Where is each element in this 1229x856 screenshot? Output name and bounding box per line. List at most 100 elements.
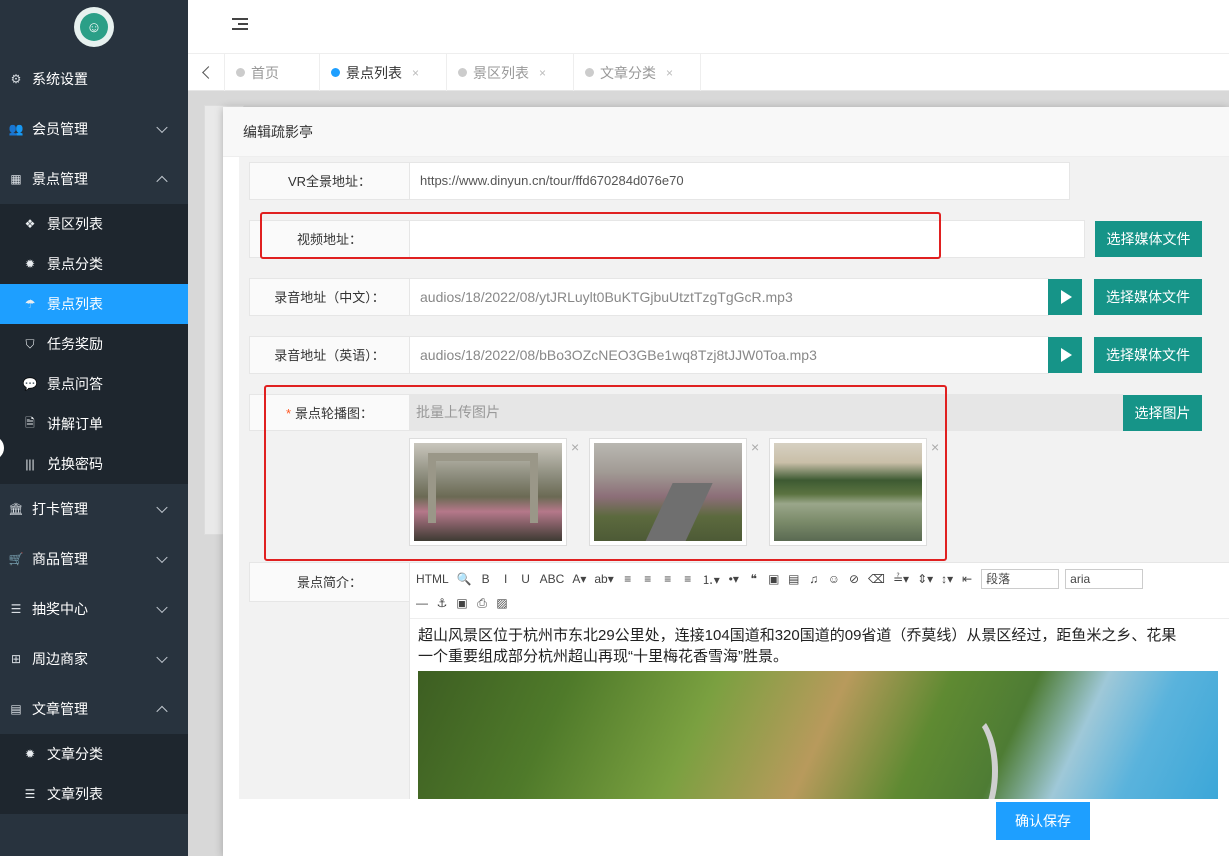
intro-label: 景点简介：: [249, 562, 409, 602]
play-audio-cn-button[interactable]: [1048, 279, 1082, 315]
menu-lottery-center[interactable]: ☰ 抽奖中心: [0, 584, 188, 634]
submenu-label: 景区列表: [47, 216, 103, 232]
toolbar-button[interactable]: ≡: [642, 572, 654, 586]
sub-attraction-list[interactable]: ☂ 景点列表: [0, 284, 188, 324]
confirm-save-button[interactable]: 确认保存: [996, 802, 1090, 840]
close-icon[interactable]: ×: [412, 66, 419, 80]
submenu-label: 景点分类: [47, 256, 103, 272]
toolbar-button[interactable]: ♫: [808, 572, 820, 586]
toolbar-button[interactable]: HTML: [416, 572, 449, 586]
newspaper-icon: ▤: [10, 702, 22, 716]
select-audio-cn-media-button[interactable]: 选择媒体文件: [1094, 279, 1202, 315]
toolbar-button[interactable]: ≡: [622, 572, 634, 586]
toolbar-button[interactable]: 🔍: [457, 572, 472, 586]
toolbar-button[interactable]: B: [480, 572, 492, 586]
menu-attraction-management[interactable]: ▦ 景点管理: [0, 154, 188, 204]
users-icon: 👥: [8, 122, 24, 136]
tab-scroll-left-button[interactable]: [188, 54, 225, 91]
menu-label: 会员管理: [32, 121, 88, 137]
gear-icon: ✹: [24, 257, 36, 271]
tab-1[interactable]: 首页: [225, 54, 320, 91]
toolbar-button[interactable]: ▨: [496, 596, 508, 610]
toolbar-button[interactable]: ▤: [788, 572, 800, 586]
sidebar: ☺ ⚙ 系统设置 👥 会员管理 ▦ 景点管理 ❖ 景区列表 ✹ 景点分类 ☂ 景点列表 ⛉ 任务奖励 💬 景…: [0, 0, 188, 856]
audio-cn-row: 录音地址（中文）： audios/18/2022/08/ytJRLuylt0Bu…: [249, 278, 1049, 316]
play-audio-en-button[interactable]: [1048, 337, 1082, 373]
menu-member-management[interactable]: 👥 会员管理: [0, 104, 188, 154]
toolbar-button[interactable]: ▣: [456, 596, 468, 610]
sub-attraction-category[interactable]: ✹ 景点分类: [0, 244, 188, 284]
chevron-down-icon: [156, 651, 168, 664]
editor-toolbar: HTML 🔍 B I U ABC A▾ ab▾ ≡ ≡ ≡ ≡ ⒈▾ •▾ ❝ ▣ ▤ ♫ ☺ ⊘ ⌫ ≟▾ ⇕▾ ↕▾ ⇤ 段落…: [410, 563, 1229, 619]
toolbar-button[interactable]: ≡: [662, 572, 674, 586]
tab-2[interactable]: 景点列表 ×: [320, 54, 447, 91]
sub-guide-orders[interactable]: 🗎 讲解订单: [0, 404, 188, 444]
modal-body[interactable]: VR全景地址： https://www.dinyun.cn/tour/ffd67…: [239, 157, 1229, 799]
editor-content[interactable]: 超山风景区位于杭州市东北29公里处，连接104国道和320国道的09省道（乔莫线…: [410, 619, 1229, 667]
toolbar-button[interactable]: ≡: [682, 572, 694, 586]
sub-attraction-qa[interactable]: 💬 景点问答: [0, 364, 188, 404]
sub-article-category[interactable]: ✹ 文章分类: [0, 734, 188, 774]
modal-title: 编辑疏影亭: [223, 107, 1229, 157]
toolbar-button[interactable]: ⒈▾: [702, 571, 720, 588]
toolbar-button[interactable]: ⌫: [868, 572, 885, 586]
toolbar-button[interactable]: ↕▾: [941, 572, 953, 586]
toolbar-button[interactable]: —: [416, 596, 428, 610]
sub-task-rewards[interactable]: ⛉ 任务奖励: [0, 324, 188, 364]
toolbar-button[interactable]: ☺: [828, 572, 840, 586]
select-image-button[interactable]: 选择图片: [1123, 395, 1202, 431]
toolbar-button[interactable]: ▣: [768, 572, 780, 586]
tab-3[interactable]: 景区列表 ×: [447, 54, 574, 91]
sub-article-list[interactable]: ☰ 文章列表: [0, 774, 188, 814]
toolbar-button[interactable]: U: [520, 572, 532, 586]
tab-4[interactable]: 文章分类 ×: [574, 54, 701, 91]
toolbar-button[interactable]: ⇤: [961, 572, 973, 586]
chevron-down-icon: [156, 501, 168, 514]
toolbar-button[interactable]: ab▾: [594, 572, 613, 586]
tab-bar: 首页 景点列表 × 景区列表 × 文章分类 ×: [188, 54, 1229, 91]
toolbar-button[interactable]: ⇕▾: [917, 572, 933, 586]
toolbar-button[interactable]: I: [500, 572, 512, 586]
menu-checkin-management[interactable]: 🏛 打卡管理: [0, 484, 188, 534]
menu-label: 系统设置: [32, 71, 88, 87]
edit-modal: 编辑疏影亭 VR全景地址： https://www.dinyun.cn/tour…: [223, 107, 1229, 856]
vr-url-input[interactable]: https://www.dinyun.cn/tour/ffd670284d076…: [409, 162, 1070, 200]
menu-nearby-merchants[interactable]: ⊞ 周边商家: [0, 634, 188, 684]
app-logo[interactable]: ☺: [74, 7, 114, 47]
sub-redeem-codes[interactable]: ||| 兑换密码: [0, 444, 188, 484]
toolbar-button[interactable]: ⊘: [848, 572, 860, 586]
play-icon: [1061, 290, 1072, 304]
menu-label: 周边商家: [32, 651, 88, 667]
toolbar-button[interactable]: ABC: [540, 572, 565, 586]
rich-text-editor[interactable]: HTML 🔍 B I U ABC A▾ ab▾ ≡ ≡ ≡ ≡ ⒈▾ •▾ ❝ ▣ ▤ ♫ ☺ ⊘ ⌫ ≟▾ ⇕▾ ↕▾ ⇤ 段落…: [409, 562, 1229, 799]
tab-status-dot: [331, 68, 340, 77]
close-icon[interactable]: ×: [666, 66, 673, 80]
gears-icon: ⚙: [10, 72, 22, 86]
toolbar-button[interactable]: ⎙: [476, 596, 488, 611]
carousel-highlight-box: [264, 385, 947, 561]
modal-footer: 确认保存: [223, 799, 1229, 856]
menu-system-settings[interactable]: ⚙ 系统设置: [0, 54, 188, 104]
sub-scenic-list[interactable]: ❖ 景区列表: [0, 204, 188, 244]
audio-cn-input[interactable]: audios/18/2022/08/ytJRLuylt0BuKTGjbuUtzt…: [409, 278, 1049, 316]
select-audio-en-media-button[interactable]: 选择媒体文件: [1094, 337, 1202, 373]
font-select[interactable]: aria: [1065, 569, 1144, 589]
vr-label: VR全景地址：: [249, 162, 409, 200]
toolbar-button[interactable]: ❝: [748, 572, 760, 586]
toolbar-button[interactable]: •▾: [728, 572, 740, 586]
menu-product-management[interactable]: 🛒 商品管理: [0, 534, 188, 584]
coastal-road: [938, 711, 998, 799]
toolbar-button[interactable]: ≟▾: [893, 572, 909, 586]
menu-article-management[interactable]: ▤ 文章管理: [0, 684, 188, 734]
submenu-label: 兑换密码: [47, 456, 103, 472]
toolbar-button[interactable]: A▾: [572, 572, 586, 586]
paragraph-select[interactable]: 段落: [981, 569, 1060, 589]
chevron-up-icon: [156, 175, 168, 188]
menu-toggle-icon[interactable]: [232, 18, 248, 32]
chevron-down-icon: [156, 121, 168, 134]
close-icon[interactable]: ×: [539, 66, 546, 80]
audio-en-input[interactable]: audios/18/2022/08/bBo3OZcNEO3GBe1wq8Tzj8…: [409, 336, 1049, 374]
toolbar-button[interactable]: ⚓: [436, 596, 448, 610]
select-video-media-button[interactable]: 选择媒体文件: [1095, 221, 1202, 257]
chevron-down-icon: [156, 551, 168, 564]
